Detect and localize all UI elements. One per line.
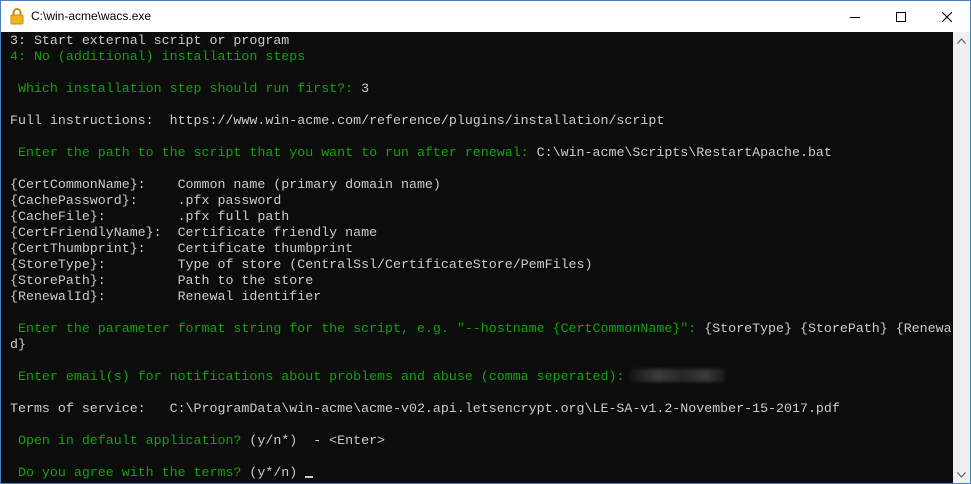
chevron-down-icon — [957, 471, 966, 478]
output-text: {CertCommonName}: Common name (primary d… — [10, 177, 441, 192]
console-line: Do you agree with the terms? (y*/n) — [10, 465, 953, 481]
output-text: {CachePassword}: .pfx password — [10, 193, 282, 208]
output-text: Full instructions: https://www.win-acme.… — [10, 113, 665, 128]
scroll-down-button[interactable] — [953, 466, 970, 483]
window-title: C:\win-acme\wacs.exe — [31, 9, 152, 23]
output-text: {StoreType}: Type of store (CentralSsl/C… — [10, 257, 593, 272]
console-lines: 3: Start external script or program 4: No… — [10, 33, 953, 481]
console-line: Terms of service: C:\ProgramData\win-acm… — [10, 401, 953, 417]
console-line: {StorePath}: Path to the store — [10, 273, 953, 289]
output-text: d} — [10, 337, 26, 352]
console-line: {CacheFile}: .pfx full path — [10, 209, 953, 225]
scroll-up-button[interactable] — [953, 32, 970, 49]
output-text: Terms of service: C:\ProgramData\win-acm… — [10, 401, 840, 416]
console-line: Which installation step should run first… — [10, 81, 953, 97]
console-line: Enter the parameter format string for th… — [10, 321, 953, 337]
lock-icon — [10, 8, 24, 25]
output-text: (y/n*) - <Enter> — [249, 433, 386, 448]
output-text: {RenewalId}: Renewal identifier — [10, 289, 322, 304]
console-line: d} — [10, 337, 953, 353]
text-cursor — [305, 476, 314, 478]
console-line: {RenewalId}: Renewal identifier — [10, 289, 953, 305]
console-line: 3: Start external script or program — [10, 33, 953, 49]
maximize-icon — [896, 11, 906, 22]
chevron-up-icon — [957, 37, 966, 44]
console-line: 4: No (additional) installation steps — [10, 49, 953, 65]
console-line: Enter email(s) for notifications about p… — [10, 369, 953, 385]
output-text: {StorePath}: Path to the store — [10, 273, 314, 288]
output-text: {CertThumbprint}: Certificate thumbprint — [10, 241, 354, 256]
output-text: C:\win-acme\Scripts\RestartApache.bat — [536, 145, 832, 160]
title-bar[interactable]: C:\win-acme\wacs.exe — [1, 1, 970, 32]
console-window: C:\win-acme\wacs.exe 3: Start external s… — [0, 0, 971, 484]
close-button[interactable] — [924, 1, 970, 32]
output-text: {CacheFile}: .pfx full path — [10, 209, 290, 224]
prompt-text: Open in default application? — [10, 433, 250, 448]
output-text: {StoreType} {StorePath} {RenewalI — [704, 321, 953, 336]
redacted-email — [630, 369, 726, 382]
prompt-text: Enter the parameter format string for th… — [10, 321, 705, 336]
prompt-text: Enter the path to the script that you wa… — [10, 145, 537, 160]
prompt-text: Do you agree with the terms? — [10, 465, 250, 480]
console-line: {CachePassword}: .pfx password — [10, 193, 953, 209]
console-line: {CertThumbprint}: Certificate thumbprint — [10, 241, 953, 257]
console-line: {CertFriendlyName}: Certificate friendly… — [10, 225, 953, 241]
console-line: Full instructions: https://www.win-acme.… — [10, 113, 953, 129]
output-text: 3 — [361, 81, 370, 96]
maximize-button[interactable] — [878, 1, 924, 32]
console-line: Open in default application? (y/n*) - <E… — [10, 433, 953, 449]
output-text: 3: Start external script or program — [10, 33, 290, 48]
console-line: {StoreType}: Type of store (CentralSsl/C… — [10, 257, 953, 273]
prompt-text: Which installation step should run first… — [10, 81, 362, 96]
console-line: {CertCommonName}: Common name (primary d… — [10, 177, 953, 193]
prompt-text: 4: No (additional) installation steps — [10, 49, 306, 64]
vertical-scrollbar[interactable] — [953, 32, 970, 483]
prompt-text: Enter email(s) for notifications about p… — [10, 369, 625, 384]
minimize-icon — [850, 16, 860, 18]
console-line: Enter the path to the script that you wa… — [10, 145, 953, 161]
console-output[interactable]: 3: Start external script or program 4: No… — [1, 32, 953, 483]
output-text: {CertFriendlyName}: Certificate friendly… — [10, 225, 378, 240]
close-icon — [942, 11, 952, 22]
output-text: (y*/n) — [249, 465, 298, 480]
minimize-button[interactable] — [832, 1, 878, 32]
